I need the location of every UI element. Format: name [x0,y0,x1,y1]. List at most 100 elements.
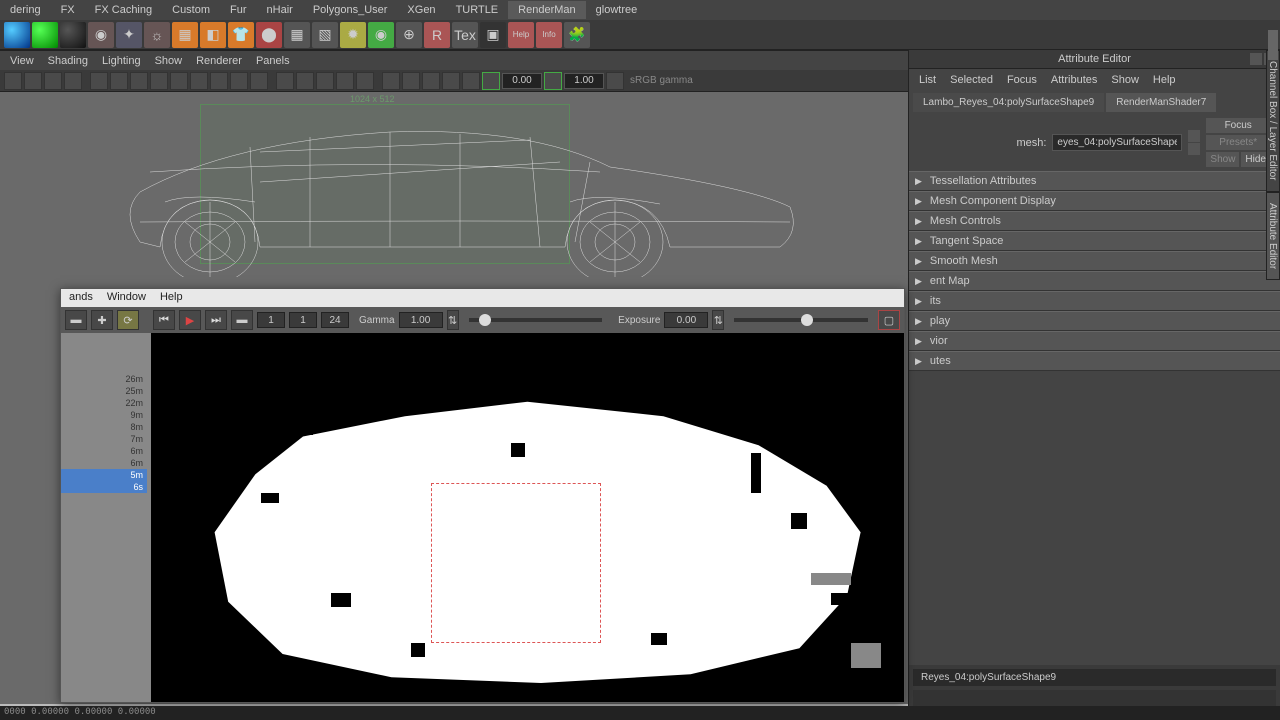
crop-button[interactable]: ▢ [878,310,900,330]
vp-tool-icon[interactable] [210,72,228,90]
vp-tool-icon[interactable] [336,72,354,90]
tool-icon[interactable]: ✹ [340,22,366,48]
refresh-button[interactable]: ⟳ [117,310,139,330]
vp-menu-shading[interactable]: Shading [48,55,88,66]
attr-menu-attributes[interactable]: Attributes [1051,74,1097,86]
tool-icon[interactable]: 🧩 [564,22,590,48]
attr-section[interactable]: ▶Tessellation Attributes [909,171,1280,191]
tool-icon[interactable]: ▧ [312,22,338,48]
gamma-value[interactable] [399,312,443,328]
rw-menu-help[interactable]: Help [160,291,183,305]
vp-tool-icon[interactable] [606,72,624,90]
rw-menu-ands[interactable]: ands [69,291,93,305]
vp-tool-icon[interactable] [462,72,480,90]
vp-tool-icon[interactable] [90,72,108,90]
shelf-tab-fx[interactable]: FX [51,1,85,19]
frame-start[interactable] [257,312,285,328]
attr-tab[interactable]: Lambo_Reyes_04:polySurfaceShape9 [913,93,1104,112]
vp-tool-icon[interactable] [276,72,294,90]
vp-tool-icon[interactable] [24,72,42,90]
exposure-stepper[interactable]: ⇅ [712,310,724,330]
tool-icon[interactable]: ☼ [144,22,170,48]
vp-tool-icon[interactable] [316,72,334,90]
shader-dark-icon[interactable] [60,22,86,48]
attr-section[interactable]: ▶utes [909,351,1280,371]
vp-tool-icon[interactable] [482,72,500,90]
attr-section[interactable]: ▶its [909,291,1280,311]
render-history-item[interactable]: 22m [61,397,147,409]
vp-tool-icon[interactable] [382,72,400,90]
render-history-item[interactable]: 6m [61,445,147,457]
shader-green-icon[interactable] [32,22,58,48]
render-history-item[interactable]: 26m [61,373,147,385]
shelf-tab-polygons_user[interactable]: Polygons_User [303,1,398,19]
playback-last-icon[interactable]: ⏭ [205,310,227,330]
attr-section[interactable]: ▶Mesh Component Display [909,191,1280,211]
vp-menu-lighting[interactable]: Lighting [102,55,141,66]
tool-icon[interactable]: ✦ [116,22,142,48]
selection-field[interactable]: Reyes_04:polySurfaceShape9 [913,669,1276,686]
tool-icon[interactable]: ⬤ [256,22,282,48]
tool-icon[interactable]: 👕 [228,22,254,48]
vp-tool-icon[interactable] [544,72,562,90]
crop-region[interactable] [431,483,601,643]
tool-icon[interactable]: ◉ [368,22,394,48]
vp-tool-icon[interactable] [402,72,420,90]
nav-up-icon[interactable] [1188,130,1200,142]
tool-icon[interactable]: ▦ [172,22,198,48]
vp-tool-icon[interactable] [190,72,208,90]
tool-icon[interactable]: Tex [452,22,478,48]
attr-section[interactable]: ▶Mesh Controls [909,211,1280,231]
vp-tool-icon[interactable] [422,72,440,90]
render-history-item[interactable]: 6s [61,481,147,493]
shader-blue-icon[interactable] [4,22,30,48]
render-history-item[interactable]: 5m [61,469,147,481]
render-history-item[interactable]: 7m [61,433,147,445]
ipr-button[interactable]: ✚ [91,310,113,330]
attr-section[interactable]: ▶ent Map [909,271,1280,291]
vp-tool-icon[interactable] [230,72,248,90]
attr-menu-help[interactable]: Help [1153,74,1176,86]
shelf-tab-turtle[interactable]: TURTLE [446,1,509,19]
render-canvas[interactable] [151,333,904,702]
attr-section[interactable]: ▶play [909,311,1280,331]
vp-num2[interactable] [564,73,604,89]
vp-menu-renderer[interactable]: Renderer [196,55,242,66]
focus-button[interactable]: Focus [1206,118,1270,133]
tool-icon[interactable]: ▦ [284,22,310,48]
shelf-tab-custom[interactable]: Custom [162,1,220,19]
attr-menu-selected[interactable]: Selected [950,74,993,86]
tool-icon[interactable]: Info [536,22,562,48]
playback-play-icon[interactable]: ▶ [179,310,201,330]
exposure-value[interactable] [664,312,708,328]
shelf-tab-nhair[interactable]: nHair [257,1,303,19]
shelf-tab-xgen[interactable]: XGen [397,1,445,19]
side-tab[interactable]: Attribute Editor [1266,192,1280,280]
vp-tool-icon[interactable] [442,72,460,90]
vp-tool-icon[interactable] [110,72,128,90]
shelf-tab-renderman[interactable]: RenderMan [508,1,585,19]
frame-current[interactable] [289,312,317,328]
side-tab[interactable]: Channel Box / Layer Editor [1266,50,1280,192]
attr-menu-focus[interactable]: Focus [1007,74,1037,86]
shelf-tab-dering[interactable]: dering [0,1,51,19]
vp-tool-icon[interactable] [250,72,268,90]
shelf-tab-fur[interactable]: Fur [220,1,257,19]
attr-section[interactable]: ▶Smooth Mesh [909,251,1280,271]
tool-icon[interactable]: R [424,22,450,48]
render-history-item[interactable]: 6m [61,457,147,469]
tool-icon[interactable]: ◧ [200,22,226,48]
vp-tool-icon[interactable] [64,72,82,90]
stop-button[interactable]: ▬ [231,310,253,330]
gamma-slider[interactable] [469,318,603,322]
vp-tool-icon[interactable] [150,72,168,90]
rw-menu-window[interactable]: Window [107,291,146,305]
vp-menu-show[interactable]: Show [155,55,183,66]
vp-menu-view[interactable]: View [10,55,34,66]
exposure-slider[interactable] [734,318,868,322]
presets-button[interactable]: Presets* [1206,135,1270,150]
shelf-tab-glowtree[interactable]: glowtree [586,1,648,19]
tool-icon[interactable]: ⊕ [396,22,422,48]
tool-icon[interactable]: Help [508,22,534,48]
vp-menu-panels[interactable]: Panels [256,55,290,66]
